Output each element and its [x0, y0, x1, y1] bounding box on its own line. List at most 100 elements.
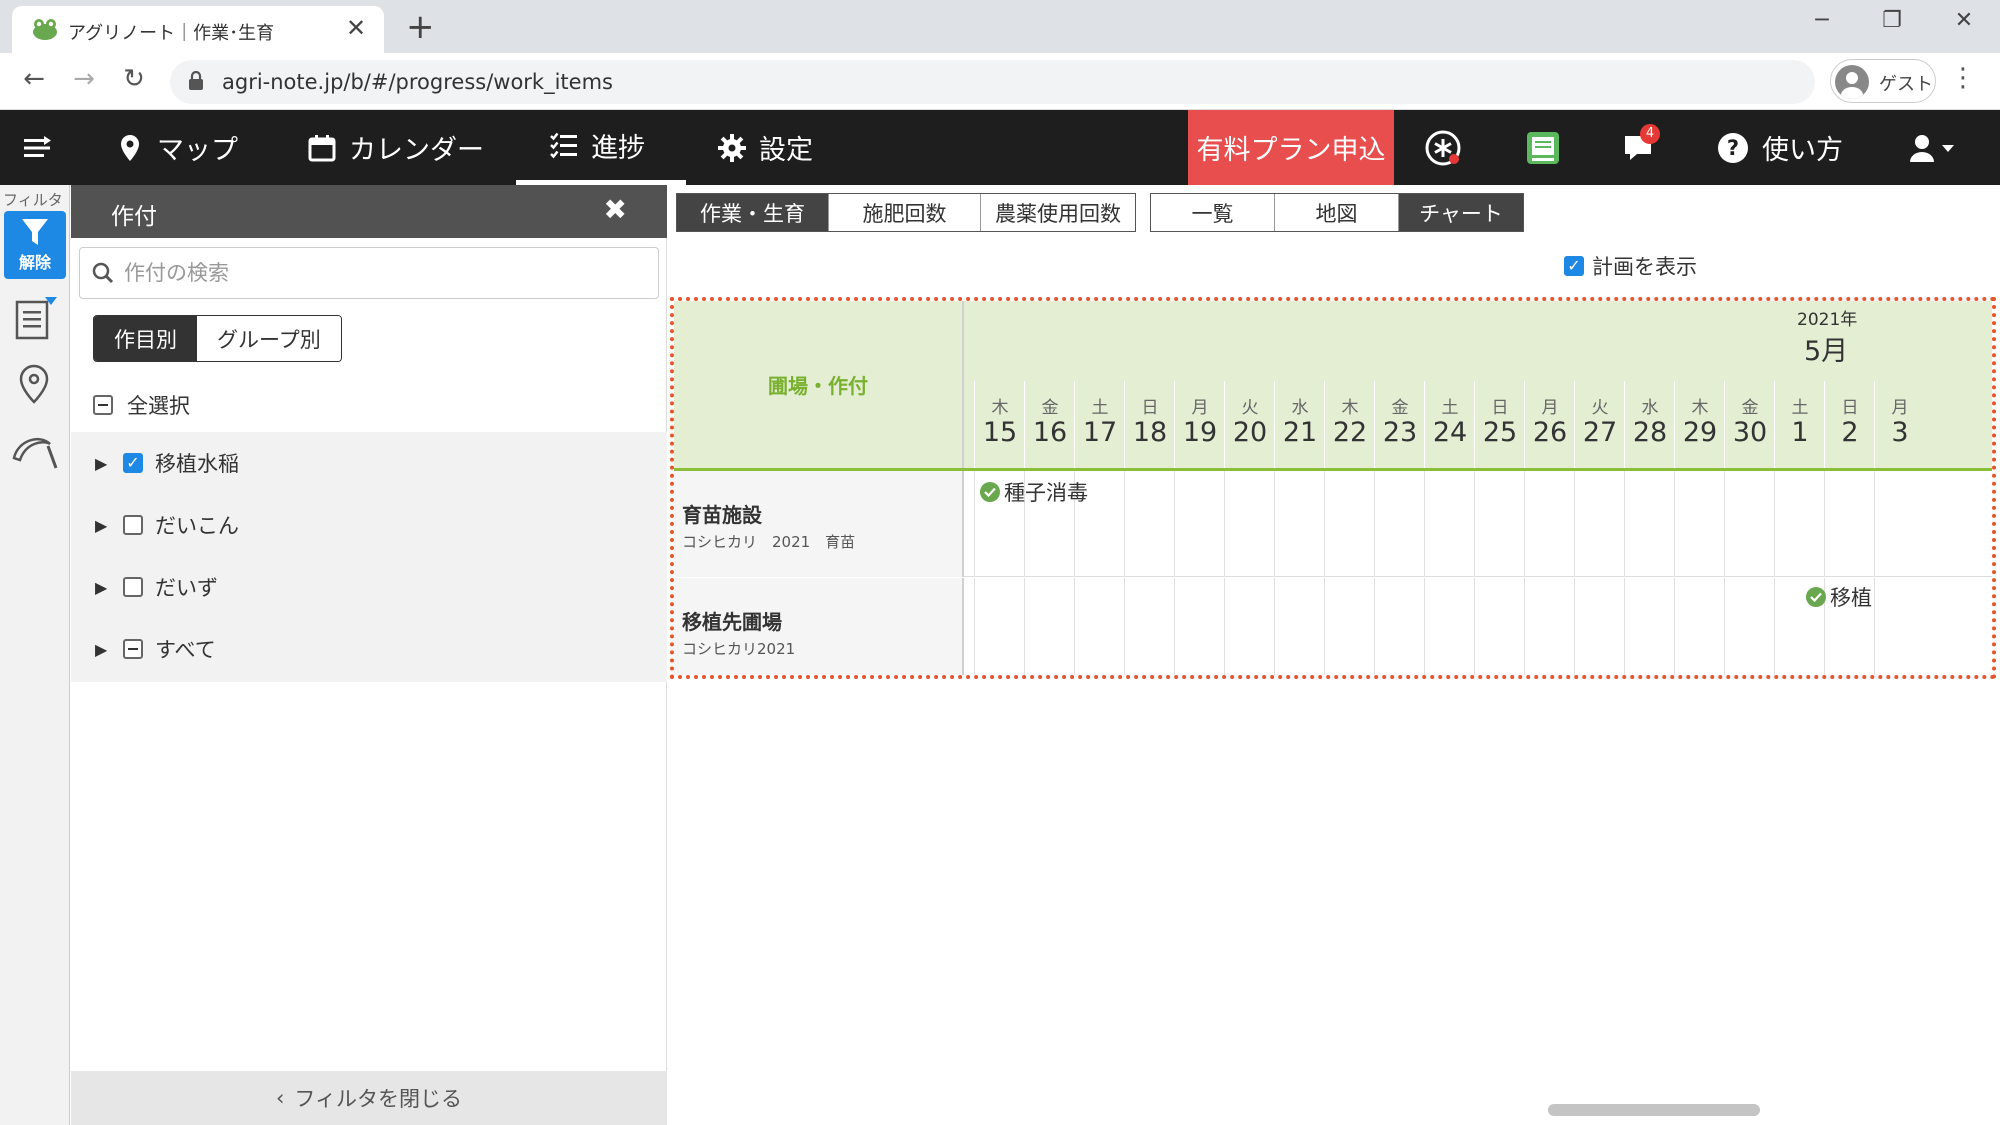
grid-line [1874, 578, 1875, 675]
chart-row[interactable]: 育苗施設 コシヒカリ 2021 育苗 種子消毒 [674, 471, 1992, 577]
crop-search-input[interactable] [124, 258, 644, 288]
day-column: 水 28 [1624, 381, 1674, 468]
expand-triangle-icon[interactable]: ▶ [95, 640, 111, 659]
avatar-icon [1835, 65, 1869, 99]
location-pin-icon[interactable] [17, 363, 51, 405]
browser-tab[interactable]: アグリノート｜作業･生育 ✕ [12, 6, 384, 53]
browser-menu-icon[interactable]: ⋮ [1950, 63, 1976, 93]
window-close-icon[interactable]: ✕ [1944, 8, 1984, 33]
tab-work-growth[interactable]: 作業・生育 [677, 194, 829, 231]
nav-settings[interactable]: 設定 [717, 110, 813, 185]
day-column: 木 22 [1324, 381, 1374, 468]
grid-line [1224, 471, 1225, 577]
restore-icon[interactable]: ❐ [1872, 8, 1912, 33]
new-tab-icon[interactable]: + [406, 7, 435, 47]
day-column: 日 18 [1124, 381, 1174, 468]
svg-text:?: ? [1727, 136, 1739, 160]
nav-calendar[interactable]: カレンダー [307, 110, 484, 185]
help-icon: ? [1718, 132, 1748, 163]
left-rail: フィルタ 解除 [0, 185, 70, 1125]
day-of-week: 木 [1341, 398, 1359, 418]
close-filter-button[interactable]: ‹ フィルタを閉じる [71, 1071, 667, 1125]
nav-progress[interactable]: 進捗 [516, 110, 686, 185]
browser-tab-bar: アグリノート｜作業･生育 ✕ + ─ ❐ ✕ [0, 0, 2000, 53]
grid-line [1774, 578, 1775, 675]
day-column: 日 25 [1474, 381, 1524, 468]
grid-line [1374, 578, 1375, 675]
chart-row[interactable]: 移植先圃場 コシヒカリ2021 移植 [674, 578, 1992, 675]
filter-panel-title: 作付 [111, 204, 157, 230]
grid-line [1624, 471, 1625, 577]
nav-asterisk-button[interactable] [1424, 110, 1462, 185]
crop-item[interactable]: ▶ すべて [71, 618, 667, 680]
select-all-checkbox[interactable] [93, 395, 113, 415]
grid-line [1674, 471, 1675, 577]
day-of-week: 火 [1591, 398, 1609, 418]
horizontal-scrollbar[interactable] [1548, 1104, 1760, 1116]
filter-clear-button[interactable]: 解除 [4, 211, 66, 279]
expand-triangle-icon[interactable]: ▶ [95, 578, 111, 597]
sickle-icon[interactable] [10, 430, 58, 470]
row-label[interactable]: 育苗施設 コシヒカリ 2021 育苗 [674, 471, 964, 577]
crop-info: コシヒカリ 2021 育苗 [682, 533, 856, 551]
day-of-week: 月 [1191, 398, 1209, 418]
tab-fertilizer-count[interactable]: 施肥回数 [829, 194, 981, 231]
day-column: 月 26 [1524, 381, 1574, 468]
day-number: 1 [1791, 417, 1809, 448]
crop-checkbox[interactable] [123, 515, 143, 535]
nav-notifications[interactable]: 4 [1622, 110, 1660, 185]
tab-close-icon[interactable]: ✕ [342, 14, 370, 42]
expand-triangle-icon[interactable]: ▶ [95, 454, 111, 473]
forward-icon[interactable]: → [66, 64, 102, 94]
day-column: 火 27 [1574, 381, 1624, 468]
nav-map[interactable]: マップ [115, 110, 238, 185]
day-number: 23 [1382, 417, 1418, 448]
select-all-row[interactable]: 全選択 [93, 385, 190, 425]
tab-pesticide-count[interactable]: 農薬使用回数 [981, 194, 1135, 231]
show-plan-checkbox[interactable]: ✓ [1564, 256, 1584, 276]
expand-triangle-icon[interactable]: ▶ [95, 516, 111, 535]
day-number: 29 [1682, 417, 1718, 448]
crop-item[interactable]: ▶ ✓ 移植水稲 [71, 432, 667, 494]
day-column: 木 15 [974, 381, 1024, 468]
reload-icon[interactable]: ↻ [116, 64, 152, 94]
minimize-icon[interactable]: ─ [1802, 8, 1842, 33]
crop-checkbox[interactable]: ✓ [123, 453, 143, 473]
user-menu[interactable] [1908, 110, 1958, 185]
toggle-by-group[interactable]: グループ別 [197, 316, 341, 361]
crop-item[interactable]: ▶ だいず [71, 556, 667, 618]
field-name: 育苗施設 [682, 503, 762, 527]
nav-book-button[interactable] [1524, 110, 1562, 185]
nav-map-label: マップ [157, 135, 238, 166]
tab-chart[interactable]: チャート [1399, 194, 1523, 231]
day-column: 日2 [1824, 381, 1874, 468]
show-plan-toggle[interactable]: ✓ 計画を表示 [1564, 251, 1697, 281]
paid-plan-button[interactable]: 有料プラン申込 [1188, 110, 1394, 185]
crop-search [79, 247, 659, 299]
crop-checkbox[interactable] [123, 577, 143, 597]
tab-list[interactable]: 一覧 [1151, 194, 1275, 231]
toggle-by-crop[interactable]: 作目別 [94, 316, 197, 361]
grid-line [1424, 471, 1425, 577]
tab-map[interactable]: 地図 [1275, 194, 1399, 231]
nav-settings-label: 設定 [759, 135, 813, 166]
profile-button[interactable]: ゲスト [1830, 59, 1936, 103]
url-box[interactable]: agri-note.jp/b/#/progress/work_items [170, 60, 1815, 104]
close-icon[interactable]: ✖ [604, 193, 627, 226]
nav-help[interactable]: ? 使い方 [1716, 110, 1843, 185]
crop-item[interactable]: ▶ だいこん [71, 494, 667, 556]
day-of-week: 日 [1491, 398, 1509, 418]
grid-line [1324, 471, 1325, 577]
task-seed-disinfection[interactable]: 種子消毒 [980, 477, 1088, 507]
grid-line [1174, 471, 1175, 577]
nav-help-label: 使い方 [1762, 135, 1843, 166]
crop-checkbox[interactable] [123, 639, 143, 659]
document-filter-icon[interactable] [15, 297, 57, 341]
crop-list: ▶ ✓ 移植水稲 ▶ だいこん ▶ だいず ▶ すべて [71, 432, 667, 682]
day-number: 25 [1482, 417, 1518, 448]
day-column: 火 20 [1224, 381, 1274, 468]
menu-toggle[interactable] [22, 110, 52, 185]
back-icon[interactable]: ← [16, 64, 52, 94]
row-label[interactable]: 移植先圃場 コシヒカリ2021 [674, 578, 964, 675]
task-transplant[interactable]: 移植 [1806, 582, 1872, 612]
